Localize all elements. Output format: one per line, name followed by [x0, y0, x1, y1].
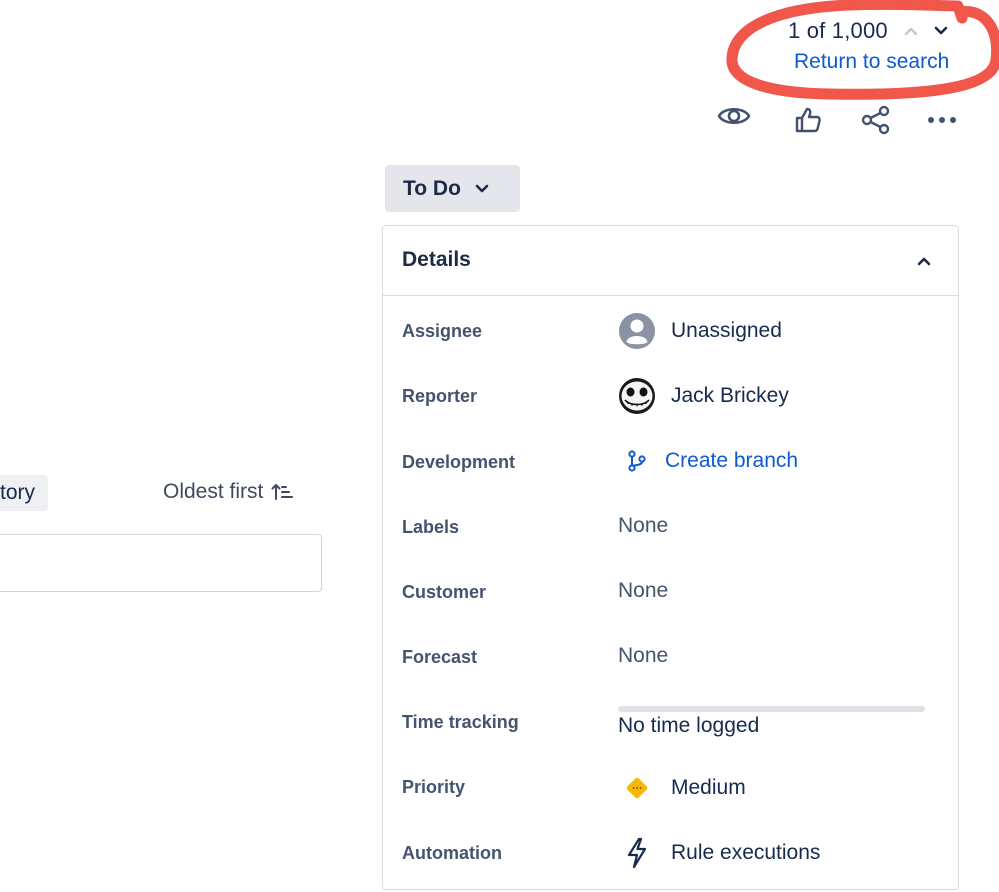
- previous-issue-button[interactable]: [900, 20, 922, 42]
- development-label: Development: [402, 452, 516, 472]
- priority-label: Priority: [402, 777, 466, 797]
- assignee-value: Unassigned: [671, 319, 782, 342]
- chevron-down-icon: [475, 184, 489, 194]
- priority-medium-icon: [618, 769, 656, 807]
- chevron-up-icon[interactable]: [914, 251, 934, 271]
- more-actions-button[interactable]: [922, 100, 962, 140]
- reporter-avatar: [618, 377, 656, 415]
- details-header[interactable]: Details: [383, 226, 958, 296]
- return-to-search-link[interactable]: Return to search: [794, 50, 949, 74]
- priority-value: Medium: [671, 776, 746, 799]
- time-tracking-field[interactable]: No time logged: [618, 714, 759, 738]
- automation-label: Automation: [402, 843, 502, 863]
- user-placeholder-icon: [618, 312, 656, 350]
- labels-value: None: [618, 514, 669, 537]
- rule-executions-link[interactable]: Rule executions: [671, 841, 820, 865]
- automation-field[interactable]: Rule executions: [618, 834, 820, 872]
- branch-icon: [618, 442, 656, 480]
- status-label: To Do: [403, 176, 461, 200]
- share-button[interactable]: [856, 100, 896, 140]
- chevron-up-icon: [904, 27, 918, 36]
- issue-pager-count: 1 of 1,000: [788, 18, 888, 43]
- labels-label: Labels: [402, 517, 460, 537]
- status-dropdown-button[interactable]: To Do: [385, 165, 520, 212]
- assignee-label: Assignee: [402, 321, 483, 341]
- reporter-value: Jack Brickey: [671, 384, 789, 407]
- chevron-down-icon: [934, 26, 948, 35]
- time-tracking-bar[interactable]: [618, 706, 925, 712]
- details-panel: Details Assignee Unassigned Reporter Jac…: [382, 225, 959, 890]
- time-tracking-value: No time logged: [618, 714, 760, 737]
- customer-field[interactable]: None: [618, 579, 668, 603]
- forecast-label: Forecast: [402, 647, 478, 667]
- forecast-field[interactable]: None: [618, 644, 668, 668]
- eye-icon: [717, 107, 751, 125]
- more-horizontal-icon: [928, 117, 956, 123]
- sort-ascending-icon: [271, 482, 294, 502]
- assignee-field[interactable]: Unassigned: [618, 312, 782, 350]
- tab-history[interactable]: tory: [0, 475, 48, 511]
- customer-value: None: [618, 579, 669, 602]
- forecast-value: None: [618, 644, 669, 667]
- labels-field[interactable]: None: [618, 514, 668, 538]
- share-icon: [861, 105, 890, 135]
- reporter-label: Reporter: [402, 386, 478, 406]
- priority-field[interactable]: Medium: [618, 769, 746, 807]
- watch-button[interactable]: [714, 96, 754, 136]
- next-issue-button[interactable]: [930, 20, 952, 42]
- sort-order-button[interactable]: Oldest first: [163, 480, 294, 504]
- customer-label: Customer: [402, 582, 487, 602]
- thumbs-up-icon: [795, 107, 821, 133]
- development-field[interactable]: Create branch: [618, 442, 798, 480]
- time-tracking-label: Time tracking: [402, 712, 519, 732]
- lightning-icon: [618, 834, 656, 872]
- reporter-field[interactable]: Jack Brickey: [618, 377, 789, 415]
- vote-button[interactable]: [788, 100, 828, 140]
- details-title: Details: [402, 248, 471, 271]
- sort-order-label: Oldest first: [163, 480, 264, 503]
- comment-input[interactable]: [0, 534, 322, 592]
- create-branch-link[interactable]: Create branch: [665, 449, 798, 473]
